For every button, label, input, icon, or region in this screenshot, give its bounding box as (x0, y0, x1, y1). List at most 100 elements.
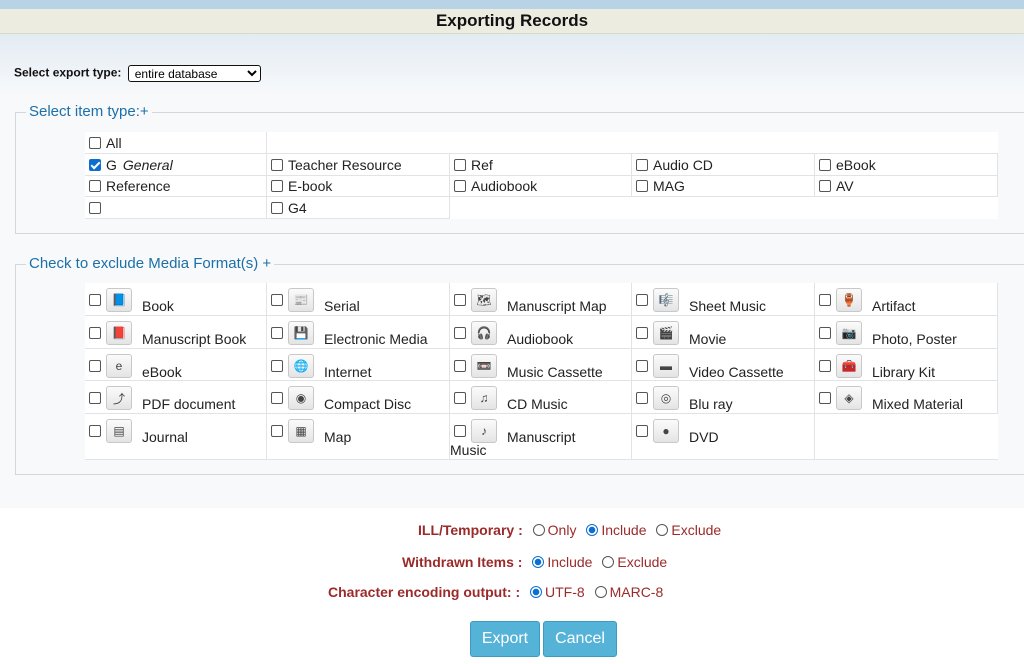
item-type-cell[interactable] (85, 197, 267, 219)
checkbox-checked[interactable] (89, 158, 101, 171)
media-format-item[interactable]: 📘 Book (85, 283, 267, 316)
item-type-cell[interactable]: Ref (450, 154, 632, 176)
item-type-label: E-book (288, 178, 333, 194)
checkbox[interactable] (89, 360, 101, 372)
encoding-label: Character encoding output: : (328, 584, 521, 600)
item-type-label: G4 (288, 199, 307, 216)
checkbox[interactable] (271, 180, 283, 192)
checkbox[interactable] (89, 392, 101, 404)
media-format-item[interactable]: ⤴ PDF document (85, 381, 267, 414)
checkbox[interactable] (819, 294, 831, 306)
checkbox[interactable] (271, 425, 283, 437)
item-type-cell[interactable]: MAG (632, 176, 815, 197)
item-type-grid: All G General Teacher Resource Ref Audio… (85, 132, 998, 219)
item-type-cell[interactable]: Audiobook (450, 176, 632, 197)
electronic-media-icon: 💾 (288, 321, 314, 345)
checkbox[interactable] (636, 180, 648, 192)
item-type-cell[interactable]: E-book (267, 176, 450, 197)
radio-utf8-selected[interactable] (530, 586, 543, 598)
checkbox[interactable] (636, 360, 648, 372)
media-format-label: Movie (689, 331, 727, 347)
radio-marc8[interactable] (594, 586, 607, 598)
media-format-item[interactable]: ◎ Blu ray (632, 381, 815, 414)
item-type-cell[interactable]: Teacher Resource (267, 154, 450, 176)
media-format-item[interactable]: 🧰 Library Kit (815, 349, 998, 381)
compact-disc-icon: ◉ (288, 386, 314, 410)
item-type-all[interactable]: All (85, 132, 267, 154)
checkbox[interactable] (454, 360, 466, 372)
export-type-select[interactable]: entire database (127, 65, 261, 82)
item-type-cell[interactable]: Audio CD (632, 154, 815, 176)
radio-include-selected[interactable] (532, 556, 545, 568)
item-type-cell[interactable]: AV (815, 176, 998, 197)
media-format-item[interactable]: 💾 Electronic Media (267, 316, 450, 349)
checkbox[interactable] (819, 360, 831, 372)
checkbox[interactable] (89, 201, 101, 214)
media-format-label: Manuscript Book (142, 331, 247, 347)
cancel-button[interactable]: Cancel (543, 621, 617, 657)
checkbox[interactable] (636, 327, 648, 339)
checkbox[interactable] (819, 180, 831, 192)
media-format-item[interactable]: 📕 Manuscript Book (85, 316, 267, 349)
media-format-label: Journal (142, 429, 188, 445)
checkbox[interactable] (271, 158, 283, 171)
media-format-item[interactable]: 🌐 Internet (267, 349, 450, 381)
checkbox[interactable] (89, 136, 101, 149)
media-format-item[interactable]: ▤ Journal (85, 414, 267, 460)
media-format-item[interactable]: ◈ Mixed Material (815, 381, 998, 414)
media-format-item[interactable]: 🎧 Audiobook (450, 316, 632, 349)
media-format-item[interactable]: ● DVD (632, 414, 815, 460)
checkbox[interactable] (89, 180, 101, 192)
audiobook-icon: 🎧 (471, 321, 497, 345)
item-type-legend[interactable]: Select item type:+ (26, 103, 152, 121)
media-format-item[interactable]: ◉ Compact Disc (267, 381, 450, 414)
checkbox[interactable] (454, 180, 466, 192)
checkbox[interactable] (454, 425, 466, 437)
media-format-item[interactable]: ♪ Manuscript Music (450, 414, 632, 460)
checkbox[interactable] (636, 294, 648, 306)
checkbox[interactable] (454, 392, 466, 404)
media-format-item[interactable]: 📼 Music Cassette (450, 349, 632, 381)
radio-include-selected[interactable] (586, 524, 599, 536)
checkbox[interactable] (271, 327, 283, 339)
checkbox[interactable] (271, 392, 283, 404)
media-format-item[interactable]: 🗺 Manuscript Map (450, 283, 632, 316)
checkbox[interactable] (271, 201, 283, 214)
media-format-item[interactable]: 🏺 Artifact (815, 283, 998, 316)
media-format-item[interactable]: 📷 Photo, Poster (815, 316, 998, 349)
item-type-fieldset: Select item type:+ All G General Teacher… (15, 103, 1024, 234)
checkbox[interactable] (271, 294, 283, 306)
checkbox[interactable] (819, 158, 831, 171)
media-format-item[interactable]: ♫ CD Music (450, 381, 632, 414)
media-format-label: Internet (324, 364, 372, 380)
checkbox[interactable] (89, 294, 101, 306)
radio-exclude[interactable] (656, 524, 669, 536)
media-format-item[interactable]: 📰 Serial (267, 283, 450, 316)
media-format-item[interactable]: ▦ Map (267, 414, 450, 460)
item-type-general[interactable]: G General (85, 154, 267, 176)
empty-cell (450, 197, 998, 219)
checkbox[interactable] (819, 327, 831, 339)
checkbox[interactable] (636, 392, 648, 404)
media-format-item[interactable]: ▬ Video Cassette (632, 349, 815, 381)
export-button[interactable]: Export (470, 621, 540, 657)
radio-only[interactable] (532, 524, 545, 536)
media-format-legend[interactable]: Check to exclude Media Format(s) + (26, 255, 275, 273)
checkbox[interactable] (636, 158, 648, 171)
checkbox[interactable] (819, 392, 831, 404)
media-format-item[interactable]: e eBook (85, 349, 267, 381)
checkbox[interactable] (89, 327, 101, 339)
media-format-item[interactable]: 🎬 Movie (632, 316, 815, 349)
checkbox[interactable] (636, 425, 648, 437)
checkbox[interactable] (454, 327, 466, 339)
checkbox[interactable] (454, 158, 466, 171)
radio-exclude[interactable] (602, 556, 615, 568)
page-title: Exporting Records (0, 9, 1024, 34)
checkbox[interactable] (89, 425, 101, 437)
checkbox[interactable] (454, 294, 466, 306)
checkbox[interactable] (271, 360, 283, 372)
media-format-item[interactable]: 🎼 Sheet Music (632, 283, 815, 316)
item-type-cell[interactable]: G4 (267, 197, 450, 219)
item-type-cell[interactable]: eBook (815, 154, 998, 176)
item-type-cell[interactable]: Reference (85, 176, 267, 197)
